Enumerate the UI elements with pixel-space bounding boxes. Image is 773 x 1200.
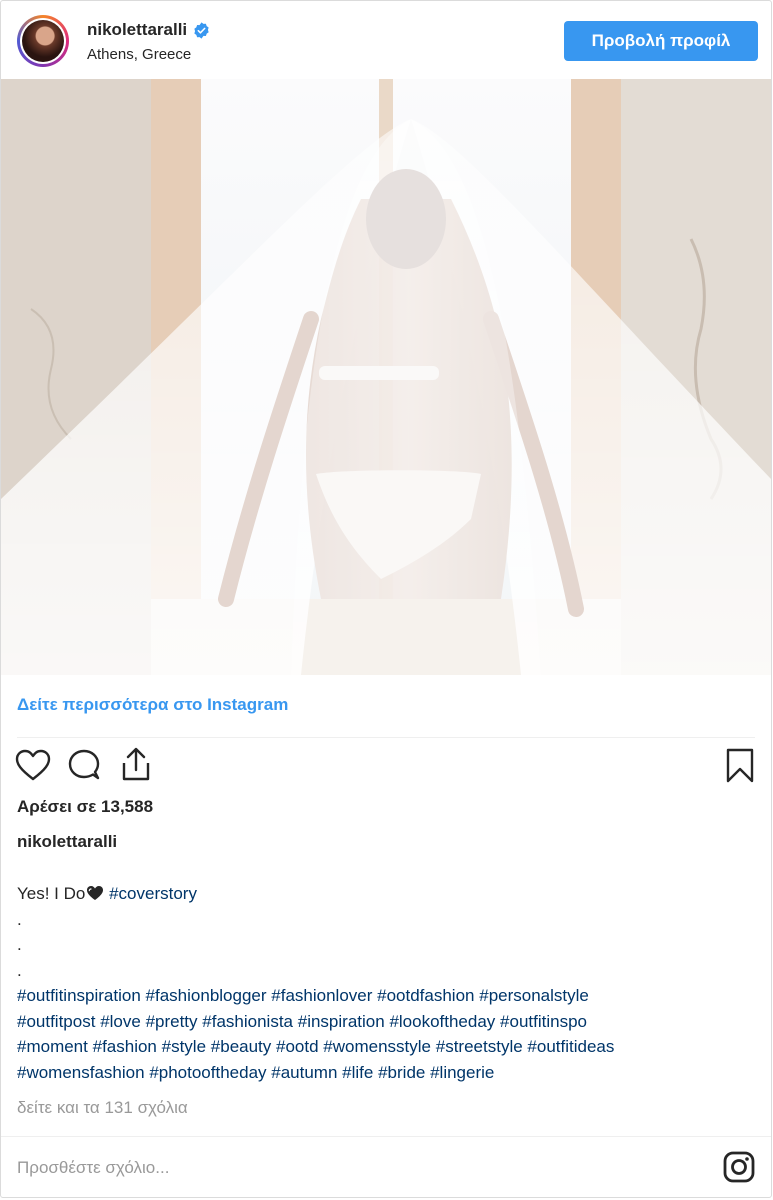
caption-text: Yes! I Do xyxy=(17,884,86,903)
hashtag-link[interactable]: #ootd xyxy=(276,1037,319,1056)
likes-count[interactable]: Αρέσει σε 13,588 xyxy=(17,797,153,817)
divider xyxy=(17,737,755,738)
caption-username[interactable]: nikolettaralli xyxy=(17,832,117,852)
hashtag-line: #outfitinspiration #fashionblogger #fash… xyxy=(17,983,757,1009)
hashtag-link[interactable]: #love xyxy=(100,1012,141,1031)
hashtag-line: #outfitpost #love #pretty #fashionista #… xyxy=(17,1009,757,1035)
share-icon[interactable] xyxy=(117,745,155,783)
view-all-comments-link[interactable]: δείτε και τα 131 σχόλια xyxy=(17,1098,188,1118)
hashtag-link[interactable]: #personalstyle xyxy=(479,986,589,1005)
hashtag-link[interactable]: #style xyxy=(162,1037,206,1056)
hashtag-link[interactable]: #coverstory xyxy=(109,884,197,903)
hashtag-link[interactable]: #fashion xyxy=(93,1037,157,1056)
hashtag-link[interactable]: #inspiration xyxy=(298,1012,385,1031)
caption-dot: . xyxy=(17,960,22,980)
heart-emoji-icon xyxy=(87,886,104,900)
hashtag-link[interactable]: #beauty xyxy=(211,1037,272,1056)
instagram-embed: nikolettaralli Athens, Greece Προβολή πρ… xyxy=(0,0,772,1198)
hashtag-block: #outfitinspiration #fashionblogger #fash… xyxy=(17,983,757,1085)
hashtag-link[interactable]: #streetstyle xyxy=(436,1037,523,1056)
add-comment-input[interactable] xyxy=(17,1151,697,1185)
hashtag-link[interactable]: #life xyxy=(342,1063,373,1082)
hashtag-link[interactable]: #bride xyxy=(378,1063,425,1082)
post-photo[interactable] xyxy=(1,79,771,675)
caption-intro: Yes! I Do #coverstory xyxy=(17,881,757,907)
bookmark-icon[interactable] xyxy=(721,747,759,785)
comment-icon[interactable] xyxy=(65,747,103,785)
hashtag-line: #womensfashion #photooftheday #autumn #l… xyxy=(17,1060,757,1086)
hashtag-link[interactable]: #ootdfashion xyxy=(377,986,474,1005)
view-profile-button[interactable]: Προβολή προφίλ xyxy=(564,21,758,61)
heart-icon[interactable] xyxy=(14,747,52,785)
username-link[interactable]: nikolettaralli xyxy=(87,20,187,40)
post-caption: Yes! I Do #coverstory . . . #outfitinspi… xyxy=(17,881,757,1085)
instagram-logo-icon[interactable] xyxy=(722,1150,756,1184)
caption-dot: . xyxy=(17,935,22,954)
caption-dot: . xyxy=(17,909,22,929)
verified-badge-icon xyxy=(194,21,209,39)
hashtag-link[interactable]: #moment xyxy=(17,1037,88,1056)
divider xyxy=(1,1136,771,1137)
hashtag-link[interactable]: #lookoftheday xyxy=(389,1012,495,1031)
hashtag-link[interactable]: #outfitpost xyxy=(17,1012,95,1031)
hashtag-link[interactable]: #outfitinspo xyxy=(500,1012,587,1031)
hashtag-link[interactable]: #outfitideas xyxy=(527,1037,614,1056)
hashtag-link[interactable]: #autumn xyxy=(271,1063,337,1082)
username-row: nikolettaralli xyxy=(87,20,210,40)
hashtag-link[interactable]: #photooftheday xyxy=(149,1063,266,1082)
hashtag-line: #moment #fashion #style #beauty #ootd #w… xyxy=(17,1034,757,1060)
location-link[interactable]: Athens, Greece xyxy=(87,46,191,63)
hashtag-link[interactable]: #fashionlover xyxy=(271,986,372,1005)
hashtag-link[interactable]: #fashionblogger xyxy=(146,986,267,1005)
post-header: nikolettaralli Athens, Greece Προβολή πρ… xyxy=(1,1,771,79)
hashtag-link[interactable]: #womensfashion xyxy=(17,1063,145,1082)
avatar[interactable] xyxy=(17,15,69,67)
hashtag-link[interactable]: #lingerie xyxy=(430,1063,494,1082)
hashtag-link[interactable]: #outfitinspiration xyxy=(17,986,141,1005)
bride-veil-illustration xyxy=(1,79,771,675)
hashtag-link[interactable]: #womensstyle xyxy=(323,1037,431,1056)
hashtag-link[interactable]: #fashionista xyxy=(202,1012,293,1031)
hashtag-link[interactable]: #pretty xyxy=(146,1012,198,1031)
view-more-on-instagram-link[interactable]: Δείτε περισσότερα στο Instagram xyxy=(17,695,288,715)
